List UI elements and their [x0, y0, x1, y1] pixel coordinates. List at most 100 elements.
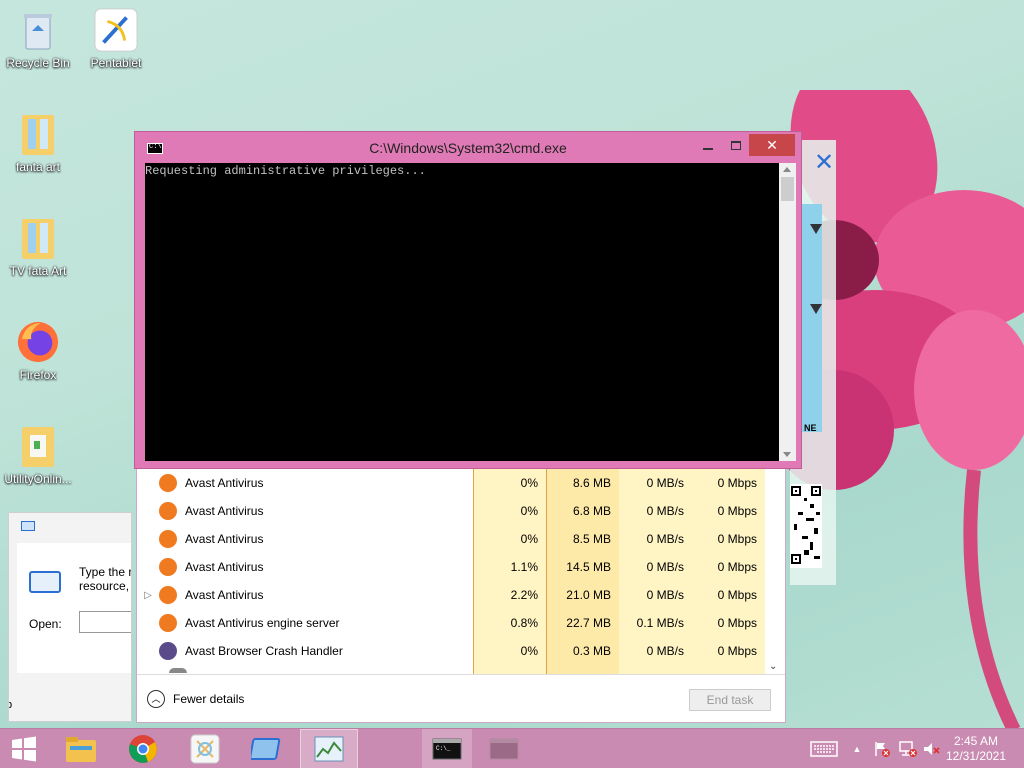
process-network: 0 Mbps [717, 504, 757, 518]
folder-icon [16, 424, 60, 468]
start-button[interactable] [0, 729, 48, 768]
process-name: Avast Antivirus [185, 588, 264, 602]
avast-icon [159, 586, 177, 604]
process-cpu: 0% [520, 504, 538, 518]
process-name: Avast Browser Crash Handler [185, 644, 343, 658]
network-status[interactable] [896, 729, 920, 768]
taskbar-app-generic[interactable] [176, 729, 234, 768]
cmd-scrollbar[interactable] [779, 163, 796, 461]
run-description-line2: resource, [79, 579, 130, 593]
process-memory: 0.3 MB [572, 644, 611, 658]
arrow-down-icon [810, 304, 822, 314]
minimize-button[interactable] [695, 134, 721, 156]
app-icon [190, 734, 220, 764]
chrome-icon [129, 735, 157, 763]
process-list-scrollbar[interactable]: ⌄ [765, 456, 783, 674]
run-open-label: Open: [29, 617, 62, 631]
recycle-bin-icon [16, 8, 60, 52]
run-open-input[interactable] [79, 611, 131, 633]
process-cpu: 0% [520, 644, 538, 658]
fewer-details-button[interactable]: ︿ Fewer details [147, 689, 244, 708]
process-network: 0 Mbps [717, 644, 757, 658]
process-row[interactable]: Avast Antivirus engine server 0.8% 22.7 MB… [137, 609, 767, 637]
process-memory: 14.5 MB [566, 560, 611, 574]
taskbar-chrome[interactable] [114, 729, 172, 768]
run-partial-text: b [9, 699, 12, 711]
folder-icon [16, 112, 60, 156]
process-network: 0 Mbps [717, 532, 757, 546]
close-icon: ✕ [766, 136, 778, 153]
scroll-up-icon[interactable] [783, 167, 791, 172]
clock-date: 12/31/2021 [945, 749, 1007, 763]
maximize-button[interactable] [723, 134, 749, 156]
file-explorer-icon [66, 737, 96, 762]
avast-icon [159, 642, 177, 660]
taskbar-task-manager[interactable] [300, 729, 358, 768]
process-disk: 0.1 MB/s [636, 616, 684, 630]
process-disk: 0 MB/s [646, 532, 684, 546]
cmd-console[interactable]: Requesting administrative privileges... [145, 163, 779, 461]
desktop-icon-label: Pentablet [90, 56, 142, 70]
chevron-down-icon[interactable]: ⌄ [769, 661, 777, 672]
avast-icon [159, 614, 177, 632]
desktop-icon-utilityonline[interactable]: UtilityOnlin... [2, 424, 74, 486]
process-row[interactable]: Avast Antivirus 1.1% 14.5 MB 0 MB/s 0 Mbps [137, 553, 767, 581]
close-button[interactable]: ✕ [749, 134, 795, 156]
folder-icon [16, 216, 60, 260]
process-row[interactable]: ▷ Avast Antivirus 2.2% 21.0 MB 0 MB/s 0 Mbps [137, 581, 767, 609]
process-disk: 0 MB/s [646, 560, 684, 574]
chevron-up-icon: ▲ [852, 744, 862, 754]
process-name: Avast Antivirus [185, 476, 264, 490]
desktop-icon-tv-fata-art[interactable]: TV fata Art [2, 216, 74, 278]
close-icon[interactable]: ✕ [814, 148, 834, 177]
avast-icon [159, 558, 177, 576]
firefox-icon [16, 320, 60, 364]
flag-icon [875, 742, 890, 757]
show-hidden-icons-button[interactable]: ▲ [848, 729, 866, 768]
taskbar-clock[interactable]: 2:45 AM 12/31/2021 [936, 734, 1016, 764]
scroll-down-icon[interactable] [783, 452, 791, 457]
process-name: Avast Antivirus [185, 532, 264, 546]
run-dialog-body: Type the r resource, Open: [17, 543, 132, 673]
process-row[interactable]: Avast Antivirus 0% 8.6 MB 0 MB/s 0 Mbps [137, 469, 767, 497]
process-cpu: 0.8% [510, 616, 538, 630]
avast-icon [159, 474, 177, 492]
desktop-icon-label: Firefox [19, 368, 57, 382]
taskbar-file-explorer[interactable] [52, 729, 110, 768]
process-cpu: 0% [520, 476, 538, 490]
process-disk: 0 MB/s [646, 644, 684, 658]
process-disk: 0 MB/s [646, 476, 684, 490]
cmd-icon: C:\_ [432, 738, 462, 760]
desktop-icon-recycle-bin[interactable]: Recycle Bin [2, 8, 74, 70]
cmd-scroll-thumb[interactable] [781, 177, 794, 201]
process-network: 0 Mbps [717, 588, 757, 602]
touch-keyboard-button[interactable] [806, 729, 842, 768]
process-row[interactable]: Avast Antivirus 0% 8.5 MB 0 MB/s 0 Mbps [137, 525, 767, 553]
process-name: Avast Antivirus engine server [185, 616, 340, 630]
cmd-titlebar[interactable]: C:\ C:\Windows\System32\cmd.exe ✕ [135, 132, 801, 162]
action-center-flag[interactable] [870, 729, 894, 768]
expand-arrow-icon[interactable]: ▷ [137, 590, 159, 601]
process-cpu: 0% [520, 532, 538, 546]
desktop-icon-label: Recycle Bin [6, 56, 70, 70]
process-row[interactable]: Avast Antivirus 0% 6.8 MB 0 MB/s 0 Mbps [137, 497, 767, 525]
desktop-icon-pentablet[interactable]: Pentablet [80, 8, 152, 70]
desktop-icon-firefox[interactable]: Firefox [2, 320, 74, 382]
end-task-button[interactable]: End task [689, 689, 771, 711]
taskbar: C:\_ ▲ 2:45 AM 12/31/2021 [0, 728, 1024, 768]
taskbar-cmd-2[interactable] [478, 729, 530, 768]
process-cpu: 1.1% [510, 560, 538, 574]
arrow-down-icon [810, 224, 822, 234]
process-row[interactable]: Avast Browser Crash Handler 0% 0.3 MB 0 MB/… [137, 637, 767, 665]
task-manager-icon [314, 736, 344, 762]
cmd-output: Requesting administrative privileges... [145, 164, 426, 178]
process-network: 0 Mbps [717, 616, 757, 630]
desktop-icon-label: UtilityOnlin... [4, 472, 72, 486]
avast-icon [159, 502, 177, 520]
desktop-icon-fanta-art[interactable]: fanta art [2, 112, 74, 174]
run-dialog: Type the r resource, Open: b [8, 512, 132, 722]
taskbar-run[interactable] [238, 729, 296, 768]
taskbar-cmd[interactable]: C:\_ [422, 729, 472, 768]
run-description-line1: Type the r [79, 565, 132, 579]
process-memory: 8.6 MB [572, 476, 611, 490]
